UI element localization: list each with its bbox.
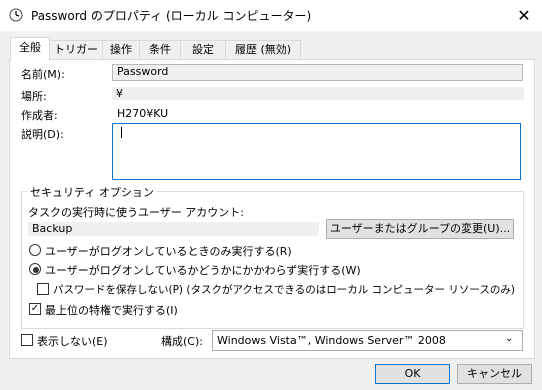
radio-selected-dot <box>33 267 39 273</box>
no-store-password-checkbox[interactable] <box>37 283 49 295</box>
configure-select[interactable]: Windows Vista™, Windows Server™ 2008 <box>212 330 523 351</box>
description-label: 説明(D): <box>21 128 64 141</box>
hidden-checkbox[interactable] <box>21 334 33 346</box>
tab-history[interactable]: 履歴 (無効) <box>225 40 301 59</box>
tab-settings[interactable]: 設定 <box>180 40 226 59</box>
highest-privileges-label[interactable]: 最上位の特権で実行する(I) <box>45 302 178 318</box>
highest-privileges-checkbox[interactable]: ✓ <box>29 303 41 315</box>
author-label: 作成者: <box>21 109 58 122</box>
chevron-down-icon: ⌄ <box>505 333 514 344</box>
clock-icon <box>9 8 23 22</box>
account-label: タスクの実行時に使うユーザー アカウント: <box>28 206 244 219</box>
text-caret <box>121 127 122 138</box>
author-value: H270¥KU <box>117 107 169 120</box>
security-options-title: セキュリティ オプション <box>27 184 157 200</box>
no-store-password-label[interactable]: パスワードを保存しない(P) (タスクがアクセスできるのはローカル コンピュータ… <box>53 282 515 297</box>
close-button[interactable]: ✕ <box>506 0 542 31</box>
radio-whether-logged-on[interactable] <box>29 263 41 275</box>
configure-label: 構成(C): <box>161 335 203 348</box>
hidden-label[interactable]: 表示しない(E) <box>37 333 108 349</box>
description-field[interactable] <box>112 123 521 180</box>
location-label: 場所: <box>21 90 47 103</box>
change-user-button[interactable]: ユーザーまたはグループの変更(U)... <box>326 219 514 239</box>
close-icon: ✕ <box>517 6 531 25</box>
account-value: Backup <box>28 222 319 236</box>
window-title: Password のプロパティ (ローカル コンピューター) <box>31 9 312 23</box>
name-field[interactable]: Password <box>112 64 523 81</box>
ok-button[interactable]: OK <box>375 364 450 384</box>
radio-logged-on-only-label[interactable]: ユーザーがログオンしているときのみ実行する(R) <box>45 243 292 259</box>
radio-whether-logged-on-label[interactable]: ユーザーがログオンしているかどうかにかかわらず実行する(W) <box>45 262 361 278</box>
tab-general[interactable]: 全般 <box>10 37 50 61</box>
check-mark-icon: ✓ <box>30 303 40 314</box>
tab-conditions[interactable]: 条件 <box>139 40 181 59</box>
tab-actions[interactable]: 操作 <box>102 40 140 59</box>
radio-logged-on-only[interactable] <box>29 244 41 256</box>
tab-triggers[interactable]: トリガー <box>49 40 103 59</box>
location-value: ¥ <box>112 87 524 100</box>
cancel-button[interactable]: キャンセル <box>457 364 532 384</box>
name-label: 名前(M): <box>21 68 65 81</box>
